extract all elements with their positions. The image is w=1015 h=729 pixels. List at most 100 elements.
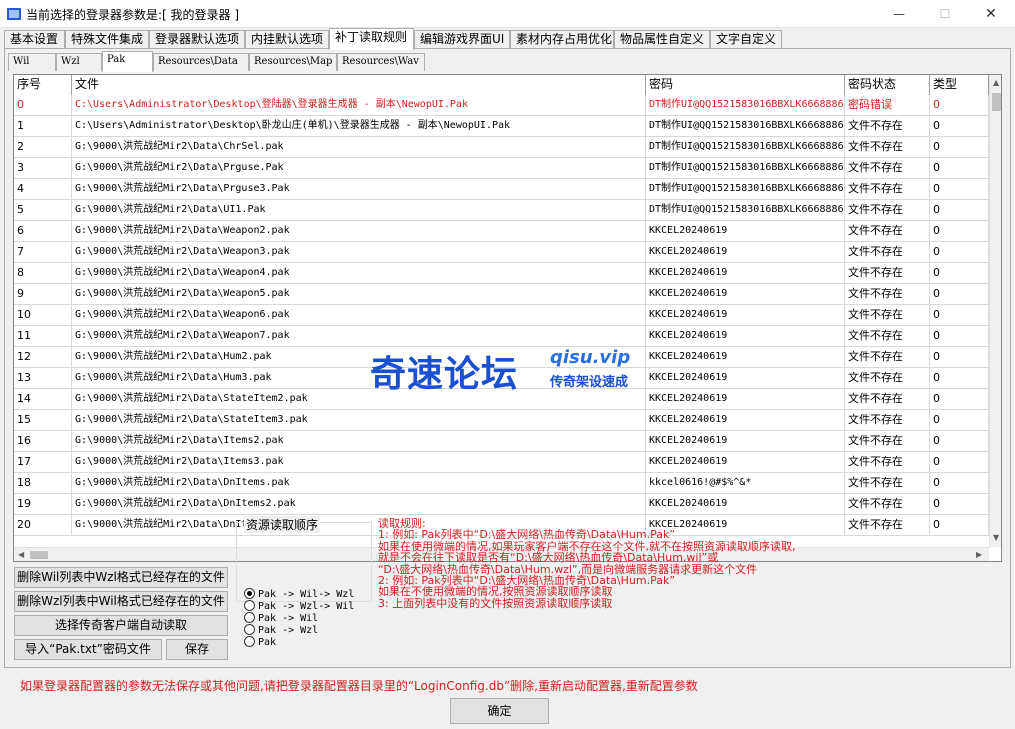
column-header-index[interactable]: 序号 (14, 75, 72, 95)
ok-button[interactable]: 确定 (450, 698, 549, 724)
cell-index[interactable]: 11 (14, 326, 72, 347)
cell-password-status[interactable]: 文件不存在 (845, 389, 930, 410)
table-row[interactable]: 1 C:\Users\Administrator\Desktop\卧龙山庄(单机)… (14, 116, 989, 137)
subtab-resources-data[interactable]: Resources\Data (153, 53, 249, 71)
cell-file[interactable]: G:\9000\洪荒战纪Mir2\Data\Weapon2.pak (72, 221, 646, 242)
pak-file-table[interactable]: 序号 文件 密码 密码状态 类型 0 C:\Users\Administrator… (13, 74, 1002, 562)
cell-password-status[interactable]: 文件不存在 (845, 305, 930, 326)
maximize-button[interactable]: ☐ (922, 0, 968, 28)
minimize-button[interactable]: — (876, 0, 922, 28)
table-row[interactable]: 10 G:\9000\洪荒战纪Mir2\Data\Weapon6.pak KKCEL… (14, 305, 989, 326)
subtab-pak[interactable]: Pak (102, 51, 153, 72)
read-order-option-2[interactable]: Pak -> Wzl-> Wil (244, 600, 354, 612)
cell-index[interactable]: 10 (14, 305, 72, 326)
cell-file[interactable]: G:\9000\洪荒战纪Mir2\Data\StateItem3.pak (72, 410, 646, 431)
cell-index[interactable]: 5 (14, 200, 72, 221)
tab-launcher-defaults[interactable]: 登录器默认选项 (149, 30, 245, 49)
cell-index[interactable]: 0 (14, 95, 72, 116)
save-button[interactable]: 保存 (166, 639, 228, 660)
cell-type[interactable]: 0 (930, 368, 989, 389)
cell-file[interactable]: C:\Users\Administrator\Desktop\登陆器\登录器生成… (72, 95, 646, 116)
cell-index[interactable]: 4 (14, 179, 72, 200)
table-row[interactable]: 5 G:\9000\洪荒战纪Mir2\Data\UI1.Pak DT制作UI@QQ1… (14, 200, 989, 221)
cell-index[interactable]: 18 (14, 473, 72, 494)
cell-type[interactable]: 0 (930, 95, 989, 116)
tab-memory-optimize[interactable]: 素材内存占用优化 (510, 30, 614, 49)
cell-password[interactable]: KKCEL20240619 (646, 410, 845, 431)
tab-edit-game-ui[interactable]: 编辑游戏界面UI (414, 30, 510, 49)
column-header-type[interactable]: 类型 (930, 75, 989, 95)
cell-file[interactable]: G:\9000\洪荒战纪Mir2\Data\Items3.pak (72, 452, 646, 473)
cell-password-status[interactable]: 文件不存在 (845, 368, 930, 389)
subtab-wil[interactable]: Wil (8, 53, 56, 71)
cell-password[interactable]: KKCEL20240619 (646, 284, 845, 305)
cell-file[interactable]: G:\9000\洪荒战纪Mir2\Data\Weapon7.pak (72, 326, 646, 347)
cell-type[interactable]: 0 (930, 263, 989, 284)
cell-password-status[interactable]: 文件不存在 (845, 179, 930, 200)
cell-index[interactable]: 20 (14, 515, 72, 536)
table-row[interactable]: 18 G:\9000\洪荒战纪Mir2\Data\DnItems.pak kkcel… (14, 473, 989, 494)
table-row[interactable]: 17 G:\9000\洪荒战纪Mir2\Data\Items3.pak KKCEL2… (14, 452, 989, 473)
cell-index[interactable]: 15 (14, 410, 72, 431)
column-header-password[interactable]: 密码 (646, 75, 845, 95)
table-row[interactable]: 6 G:\9000\洪荒战纪Mir2\Data\Weapon2.pak KKCEL2… (14, 221, 989, 242)
cell-type[interactable]: 0 (930, 137, 989, 158)
cell-password-status[interactable]: 文件不存在 (845, 347, 930, 368)
scroll-left-icon[interactable]: ◀ (18, 550, 24, 559)
horizontal-scroll-thumb[interactable] (30, 551, 48, 559)
cell-index[interactable]: 2 (14, 137, 72, 158)
cell-index[interactable]: 14 (14, 389, 72, 410)
cell-index[interactable]: 16 (14, 431, 72, 452)
cell-index[interactable]: 3 (14, 158, 72, 179)
table-row[interactable]: 7 G:\9000\洪荒战纪Mir2\Data\Weapon3.pak KKCEL2… (14, 242, 989, 263)
cell-type[interactable]: 0 (930, 389, 989, 410)
cell-password-status[interactable]: 文件不存在 (845, 284, 930, 305)
radio-icon[interactable] (244, 624, 255, 635)
cell-index[interactable]: 12 (14, 347, 72, 368)
cell-type[interactable]: 0 (930, 284, 989, 305)
cell-password[interactable]: kkcel0616!@#$%^&* (646, 473, 845, 494)
table-row[interactable]: 11 G:\9000\洪荒战纪Mir2\Data\Weapon7.pak KKCEL… (14, 326, 989, 347)
cell-file[interactable]: G:\9000\洪荒战纪Mir2\Data\Weapon5.pak (72, 284, 646, 305)
cell-password[interactable]: KKCEL20240619 (646, 494, 845, 515)
cell-type[interactable]: 0 (930, 326, 989, 347)
radio-icon[interactable] (244, 600, 255, 611)
cell-password[interactable]: DT制作UI@QQ1521583016BBXLK6668886 (646, 116, 845, 137)
cell-password[interactable]: DT制作UI@QQ1521583016BBXLK6668886 (646, 179, 845, 200)
cell-password[interactable]: KKCEL20240619 (646, 347, 845, 368)
cell-password[interactable]: DT制作UI@QQ1521583016BBXLK6668886 (646, 158, 845, 179)
close-button[interactable]: ✕ (968, 0, 1014, 28)
radio-checked-icon[interactable] (244, 588, 255, 599)
cell-password[interactable]: DT制作UI@QQ1521583016BBXLK6668886 (646, 137, 845, 158)
cell-password-status[interactable]: 文件不存在 (845, 137, 930, 158)
cell-file[interactable]: G:\9000\洪荒战纪Mir2\Data\ChrSel.pak (72, 137, 646, 158)
read-order-option-5[interactable]: Pak (244, 636, 276, 648)
radio-icon[interactable] (244, 636, 255, 647)
tab-plugin-defaults[interactable]: 内挂默认选项 (245, 30, 329, 49)
cell-password-status[interactable]: 文件不存在 (845, 326, 930, 347)
cell-index[interactable]: 13 (14, 368, 72, 389)
cell-password[interactable]: DT制作UI@QQ1521583016BBXLK6668886 (646, 200, 845, 221)
cell-type[interactable]: 0 (930, 242, 989, 263)
column-header-password-status[interactable]: 密码状态 (845, 75, 930, 95)
cell-type[interactable]: 0 (930, 410, 989, 431)
cell-password[interactable]: KKCEL20240619 (646, 326, 845, 347)
cell-password[interactable]: KKCEL20240619 (646, 305, 845, 326)
vertical-scroll-thumb[interactable] (992, 93, 1001, 111)
cell-type[interactable]: 0 (930, 305, 989, 326)
cell-type[interactable]: 0 (930, 158, 989, 179)
cell-password-status[interactable]: 文件不存在 (845, 221, 930, 242)
cell-index[interactable]: 9 (14, 284, 72, 305)
table-row[interactable]: 2 G:\9000\洪荒战纪Mir2\Data\ChrSel.pak DT制作UI@… (14, 137, 989, 158)
cell-type[interactable]: 0 (930, 452, 989, 473)
cell-file[interactable]: G:\9000\洪荒战纪Mir2\Data\Items2.pak (72, 431, 646, 452)
cell-type[interactable]: 0 (930, 116, 989, 137)
cell-type[interactable]: 0 (930, 179, 989, 200)
table-row[interactable]: 3 G:\9000\洪荒战纪Mir2\Data\Prguse.Pak DT制作UI@… (14, 158, 989, 179)
cell-type[interactable]: 0 (930, 347, 989, 368)
cell-password-status[interactable]: 文件不存在 (845, 473, 930, 494)
import-pak-password-button[interactable]: 导入“Pak.txt”密码文件 (14, 639, 162, 660)
cell-password-status[interactable]: 文件不存在 (845, 200, 930, 221)
cell-index[interactable]: 17 (14, 452, 72, 473)
cell-password[interactable]: KKCEL20240619 (646, 452, 845, 473)
